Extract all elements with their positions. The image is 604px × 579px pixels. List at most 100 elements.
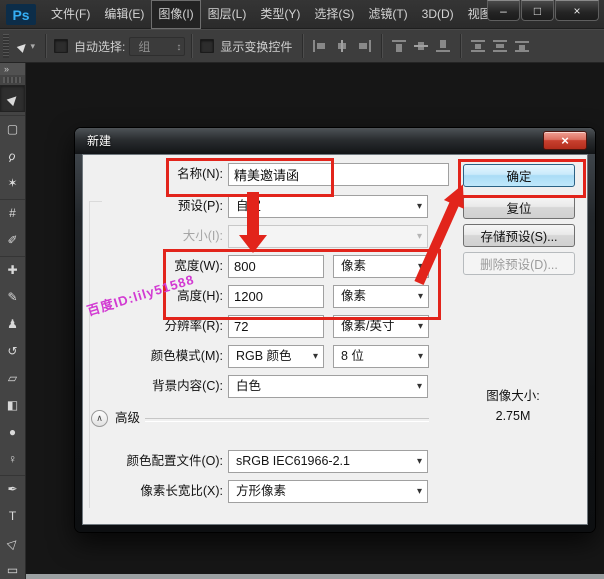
menu-item[interactable]: 图像(I) [151,0,201,29]
tool-icon: ↺ [7,343,18,358]
bit-depth-value: 8 位 [341,349,364,363]
align-vertical-centers-icon[interactable] [413,39,429,53]
align-right-edges-icon[interactable] [356,39,372,53]
clone-stamp-tool[interactable]: ♟ [0,310,25,337]
ok-button[interactable]: 确定 [463,164,575,187]
window-controls: – □ × [487,0,599,21]
panel-grip[interactable] [3,34,9,58]
pixel-aspect-ratio-dropdown[interactable]: 方形像素 ▾ [228,480,428,503]
auto-select-checkbox[interactable] [54,39,68,53]
divider [191,34,193,58]
color-mode-dropdown[interactable]: RGB 颜色 ▾ [228,345,324,368]
chevron-down-icon: ▾ [416,486,422,497]
eyedropper-tool[interactable]: ✐ [0,226,25,253]
menu-item[interactable]: 文件(F) [44,0,97,29]
color-profile-dropdown[interactable]: sRGB IEC61966-2.1 ▾ [228,450,428,473]
tool-icon: ▱ [7,370,18,385]
tool-icon: ✚ [7,263,18,277]
menu-bar: Ps 文件(F) 编辑(E) 图像(I) 图层(L) 类型(Y) 选择(S) 滤镜(T) 3D… [0,0,604,29]
dialog-close-button[interactable]: × [543,131,587,150]
color-mode-value: RGB 颜色 [236,349,292,363]
collapse-panel-button[interactable]: » [0,63,25,75]
height-input[interactable] [228,285,324,308]
width-input[interactable] [228,255,324,278]
tool-icon: # [9,206,16,220]
current-tool-preview[interactable]: ▶ ▾ [15,39,35,53]
auto-select-target-dropdown[interactable]: 组 ↕ [129,36,186,56]
menu-item[interactable]: 编辑(E) [97,0,151,29]
pixel-aspect-ratio-label: 像素长宽比(X): [140,484,223,498]
divider [45,34,46,58]
close-icon: × [573,3,581,18]
tool-icon: ◧ [6,397,19,412]
color-profile-value: sRGB IEC61966-2.1 [236,454,350,468]
width-unit-dropdown[interactable]: 像素 ▾ [333,255,429,278]
tool-icon: T [8,508,17,523]
distribute-top-edges-icon[interactable] [470,39,486,53]
resolution-unit-dropdown[interactable]: 像素/英寸 ▾ [333,315,429,338]
dialog-title: 新建 [87,134,112,148]
align-top-edges-icon[interactable] [391,39,407,53]
show-transform-controls-checkbox[interactable] [200,39,215,53]
rectangular-marquee-tool[interactable]: ▢ [0,115,25,142]
align-bottom-edges-icon[interactable] [435,39,451,53]
blur-tool[interactable]: ● [0,418,25,445]
spinner-icon: ↕ [176,41,182,53]
preset-label: 预设(P): [177,199,223,213]
width-label: 宽度(W): [174,259,223,273]
distribute-bottom-edges-icon[interactable] [514,39,530,53]
menu-item[interactable]: 滤镜(T) [361,0,414,29]
advanced-label: 高级 [115,411,141,425]
panel-grip[interactable] [3,77,22,83]
menu-item[interactable]: 3D(D) [415,0,461,29]
move-tool[interactable]: ▶ [0,85,25,112]
close-icon: × [561,133,569,148]
background-contents-value: 白色 [236,379,262,393]
name-input[interactable] [228,163,449,186]
bit-depth-dropdown[interactable]: 8 位 ▾ [333,345,429,368]
magic-wand-tool[interactable]: ✶ [0,169,25,196]
eraser-tool[interactable]: ▱ [0,364,25,391]
maximize-button[interactable]: □ [521,0,554,21]
align-horizontal-centers-icon[interactable] [334,39,350,53]
chevron-down-icon: ▾ [416,456,422,467]
type-tool[interactable]: T [0,502,25,529]
resolution-label: 分辨率(R): [164,319,223,333]
menu-item[interactable]: 图层(L) [201,0,254,29]
brush-tool[interactable]: ✎ [0,283,25,310]
resolution-input[interactable] [228,315,324,338]
paint-bucket-tool[interactable]: ◧ [0,391,25,418]
menu-item[interactable]: 选择(S) [307,0,361,29]
lasso-tool[interactable]: ϙ [0,142,25,169]
history-brush-tool[interactable]: ↺ [0,337,25,364]
path-selection-tool[interactable]: ▷ [0,529,25,556]
chevron-down-icon: ▾ [417,291,423,302]
tool-list: ▶ ▢ ϙ ✶ # ✐ ✚ ✎ ♟ ↺ ▱ ◧ ● ♀ ✒ T ▷ ▭ [0,85,25,579]
collapse-advanced-button[interactable]: ∧ [91,410,108,427]
healing-brush-tool[interactable]: ✚ [0,256,25,283]
dialog-titlebar[interactable]: 新建 × [75,128,595,154]
pen-tool[interactable]: ✒ [0,475,25,502]
chevron-down-icon: ▾ [416,231,422,242]
tool-icon: ♟ [7,316,18,331]
annotation-arrow-down-head [239,235,267,253]
reset-button[interactable]: 复位 [463,196,575,219]
resolution-unit-value: 像素/英寸 [341,319,395,333]
name-label: 名称(N): [177,167,223,181]
divider [460,34,462,58]
distribute-vertical-centers-icon[interactable] [492,39,508,53]
close-window-button[interactable]: × [555,0,599,21]
minimize-button[interactable]: – [487,0,520,21]
double-chevron-icon: » [4,64,10,74]
menu-item[interactable]: 视图(V) [461,0,489,29]
align-left-edges-icon[interactable] [312,39,328,53]
save-preset-button[interactable]: 存储预设(S)... [463,224,575,247]
rectangle-tool[interactable]: ▭ [0,556,25,579]
height-unit-dropdown[interactable]: 像素 ▾ [333,285,429,308]
menu-item[interactable]: 类型(Y) [253,0,307,29]
image-size-value: 2.75M [495,409,531,423]
dodge-tool[interactable]: ♀ [0,445,25,472]
background-contents-dropdown[interactable]: 白色 ▾ [228,375,428,398]
crop-tool[interactable]: # [0,199,25,226]
height-unit-value: 像素 [341,289,367,303]
